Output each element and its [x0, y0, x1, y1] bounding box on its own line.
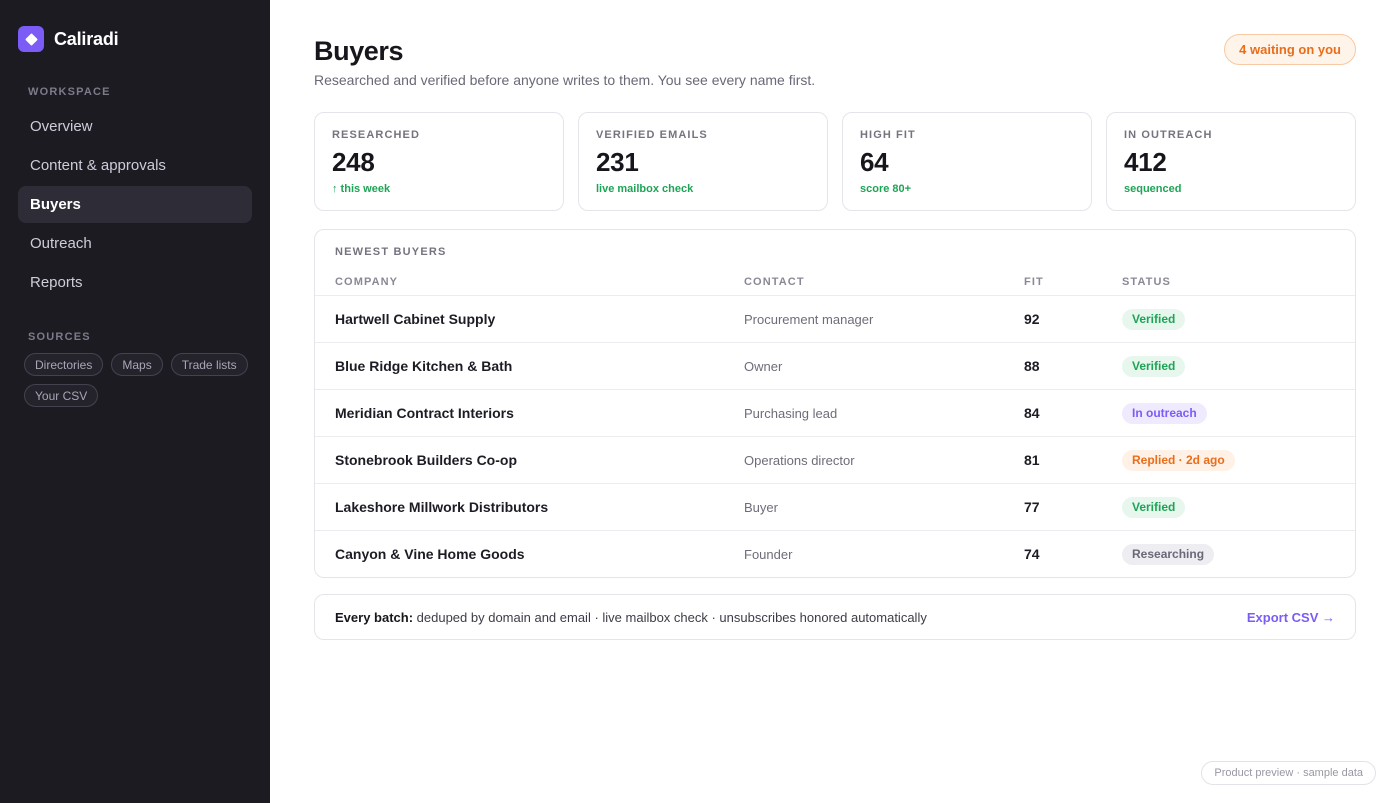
- sources-section-label: SOURCES: [28, 331, 91, 343]
- status-badge: Researching: [1122, 543, 1215, 565]
- buyers-table: NEWEST BUYERS COMPANY CONTACT FIT STATUS…: [314, 229, 1356, 578]
- fit-score: 88: [1024, 358, 1040, 374]
- stat-value: 412: [1124, 147, 1167, 177]
- company-name: Blue Ridge Kitchen & Bath: [335, 358, 513, 374]
- contact-role: Procurement manager: [744, 311, 874, 327]
- source-chips: Directories Maps Trade lists Your CSV: [24, 353, 254, 407]
- company-name: Hartwell Cabinet Supply: [335, 311, 496, 327]
- status-cell: Researching: [1122, 531, 1215, 577]
- table-header: COMPANY CONTACT FIT STATUS: [315, 276, 1355, 296]
- stat-value: 231: [596, 147, 639, 177]
- status-cell: Verified: [1122, 296, 1186, 342]
- column-header-company[interactable]: COMPANY: [335, 276, 398, 288]
- stat-label: VERIFIED EMAILS: [596, 129, 708, 141]
- batch-info-bar: Every batch: deduped by domain and email…: [314, 594, 1356, 640]
- stat-sub: live mailbox check: [596, 183, 694, 195]
- fit-score: 77: [1024, 499, 1040, 515]
- stat-sub: ↑ this week: [332, 183, 391, 195]
- fit-score: 81: [1024, 452, 1040, 468]
- batch-info-detail: deduped by domain and email · live mailb…: [413, 609, 927, 625]
- stat-card-in-outreach: IN OUTREACH 412 sequenced: [1106, 112, 1356, 211]
- column-header-status[interactable]: STATUS: [1122, 276, 1171, 288]
- sidebar-item-label: Buyers: [30, 196, 81, 213]
- status-cell: Verified: [1122, 343, 1186, 389]
- sidebar-item-outreach[interactable]: Outreach: [18, 225, 252, 262]
- status-badge: Replied · 2d ago: [1122, 449, 1235, 471]
- fit-score: 74: [1024, 546, 1040, 562]
- sidebar-item-label: Overview: [30, 118, 93, 135]
- table-row[interactable]: Hartwell Cabinet Supply Procurement mana…: [315, 296, 1355, 343]
- contact-role: Founder: [744, 546, 793, 562]
- table-row[interactable]: Meridian Contract Interiors Purchasing l…: [315, 390, 1355, 437]
- brand-name: Caliradi: [54, 28, 119, 49]
- diamond-icon: [18, 26, 44, 52]
- export-csv-link[interactable]: Export CSV →: [1247, 610, 1335, 625]
- column-header-fit[interactable]: FIT: [1024, 276, 1044, 288]
- sidebar-item-label: Outreach: [30, 235, 92, 252]
- stat-sub: sequenced: [1124, 183, 1182, 195]
- batch-info-text: Every batch: deduped by domain and email…: [335, 610, 927, 625]
- contact-role: Purchasing lead: [744, 405, 838, 421]
- source-chip-your-csv[interactable]: Your CSV: [24, 384, 99, 407]
- contact-role: Buyer: [744, 499, 778, 515]
- waiting-badge[interactable]: 4 waiting on you: [1224, 34, 1356, 65]
- stat-label: HIGH FIT: [860, 129, 916, 141]
- column-header-contact[interactable]: CONTACT: [744, 276, 805, 288]
- table-body: Hartwell Cabinet Supply Procurement mana…: [315, 296, 1355, 577]
- stat-card-verified-emails: VERIFIED EMAILS 231 live mailbox check: [578, 112, 828, 211]
- stat-label: IN OUTREACH: [1124, 129, 1213, 141]
- sidebar: Caliradi WORKSPACE Overview Content & ap…: [0, 0, 270, 803]
- page-subtitle: Researched and verified before anyone wr…: [314, 72, 816, 88]
- batch-info-lead: Every batch:: [335, 609, 414, 625]
- company-name: Stonebrook Builders Co-op: [335, 452, 517, 468]
- page-title: Buyers: [314, 36, 404, 66]
- workspace-section-label: WORKSPACE: [28, 86, 111, 98]
- table-title: NEWEST BUYERS: [335, 246, 447, 258]
- stat-label: RESEARCHED: [332, 129, 421, 141]
- company-name: Canyon & Vine Home Goods: [335, 546, 525, 562]
- table-row[interactable]: Stonebrook Builders Co-op Operations dir…: [315, 437, 1355, 484]
- status-badge: Verified: [1122, 355, 1186, 377]
- stats-row: RESEARCHED 248 ↑ this week VERIFIED EMAI…: [314, 112, 1356, 211]
- stat-card-high-fit: HIGH FIT 64 score 80+: [842, 112, 1092, 211]
- status-badge: Verified: [1122, 496, 1186, 518]
- sidebar-item-label: Content & approvals: [30, 157, 166, 174]
- stat-value: 248: [332, 147, 375, 177]
- sidebar-item-label: Reports: [30, 274, 83, 291]
- contact-role: Operations director: [744, 452, 855, 468]
- contact-role: Owner: [744, 358, 783, 374]
- table-row[interactable]: Blue Ridge Kitchen & Bath Owner 88 Verif…: [315, 343, 1355, 390]
- stat-sub: score 80+: [860, 183, 912, 195]
- status-cell: Replied · 2d ago: [1122, 437, 1235, 483]
- sidebar-item-content-approvals[interactable]: Content & approvals: [18, 147, 252, 184]
- source-chip-directories[interactable]: Directories: [24, 353, 104, 376]
- status-cell: Verified: [1122, 484, 1186, 530]
- table-row[interactable]: Canyon & Vine Home Goods Founder 74 Rese…: [315, 531, 1355, 577]
- fit-score: 92: [1024, 311, 1040, 327]
- sidebar-nav: Overview Content & approvals Buyers Outr…: [18, 108, 252, 303]
- stat-card-researched: RESEARCHED 248 ↑ this week: [314, 112, 564, 211]
- company-name: Meridian Contract Interiors: [335, 405, 514, 421]
- fit-score: 84: [1024, 405, 1040, 421]
- table-row[interactable]: Lakeshore Millwork Distributors Buyer 77…: [315, 484, 1355, 531]
- source-chip-trade-lists[interactable]: Trade lists: [170, 353, 248, 376]
- status-badge: In outreach: [1122, 402, 1207, 424]
- sidebar-item-buyers[interactable]: Buyers: [18, 186, 252, 223]
- sidebar-item-overview[interactable]: Overview: [18, 108, 252, 145]
- brand[interactable]: Caliradi: [18, 26, 119, 52]
- sidebar-item-reports[interactable]: Reports: [18, 264, 252, 301]
- source-chip-maps[interactable]: Maps: [111, 353, 163, 376]
- stat-value: 64: [860, 147, 889, 177]
- company-name: Lakeshore Millwork Distributors: [335, 499, 549, 515]
- preview-tag: Product preview · sample data: [1201, 761, 1376, 785]
- status-badge: Verified: [1122, 308, 1186, 330]
- status-cell: In outreach: [1122, 390, 1207, 436]
